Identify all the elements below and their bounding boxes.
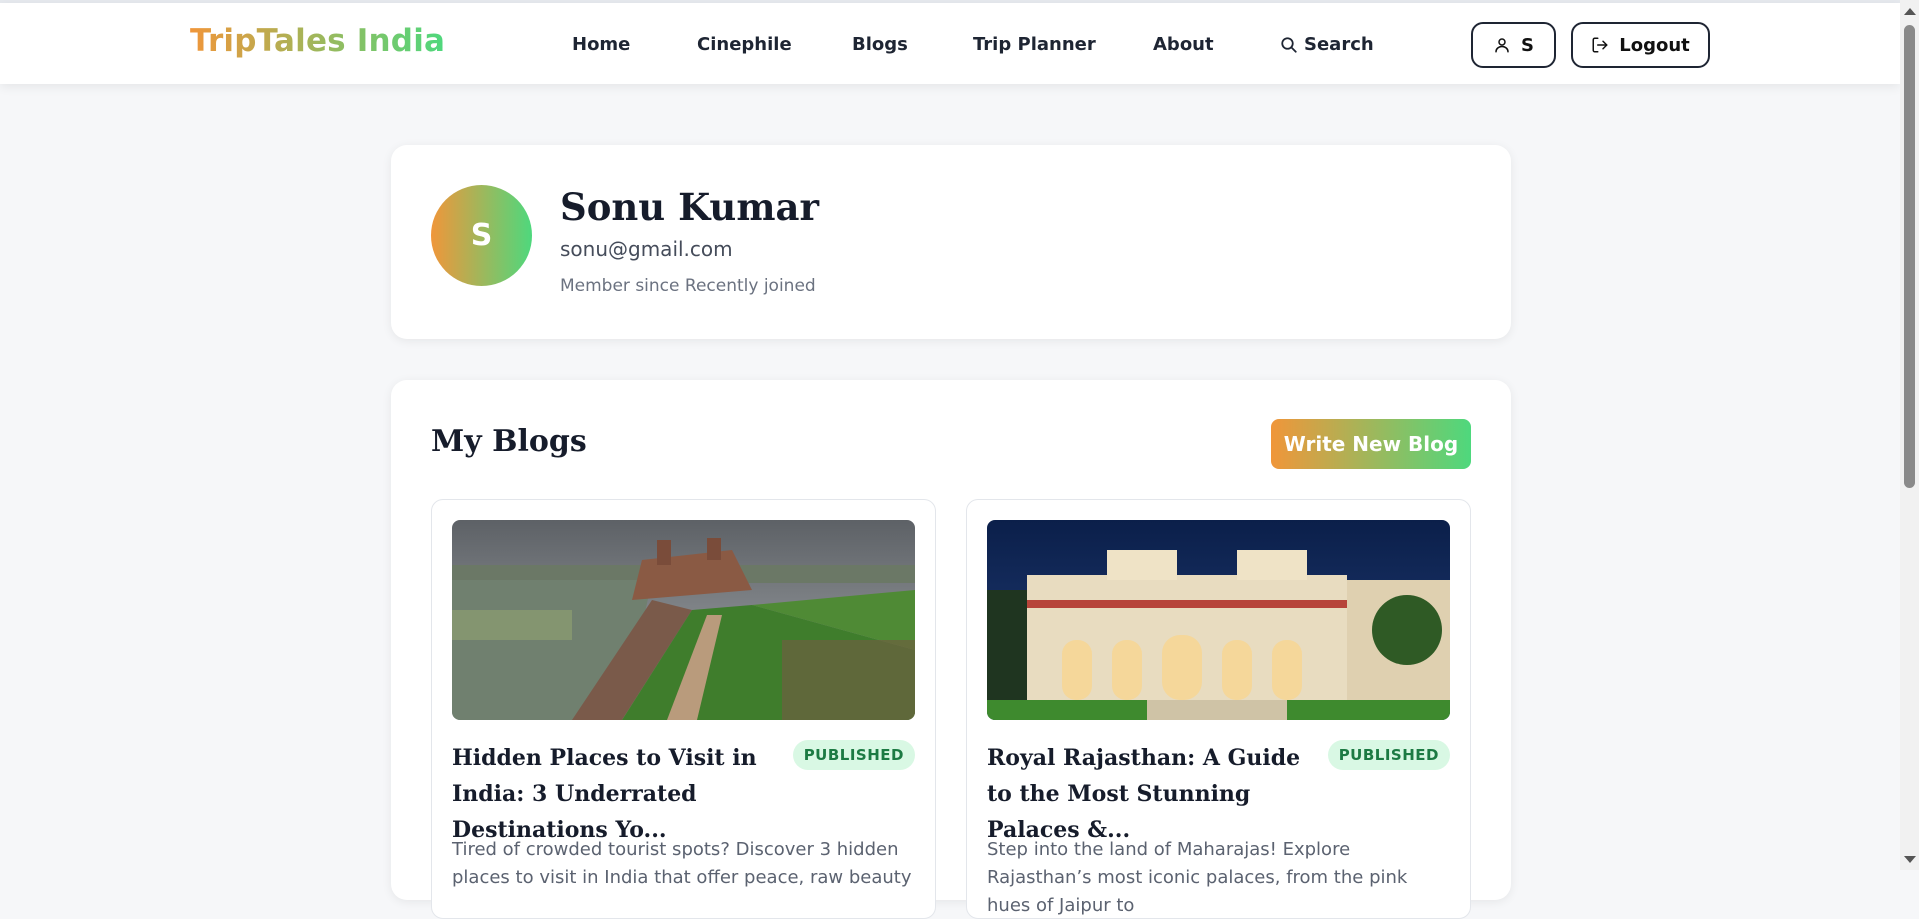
scrollbar-thumb[interactable] — [1904, 25, 1915, 488]
logout-icon — [1592, 37, 1608, 53]
blog-title[interactable]: Royal Rajasthan: A Guide to the Most Stu… — [987, 740, 1327, 848]
navbar: TripTales India Home Cinephile Blogs Tri… — [0, 3, 1900, 84]
blog-card[interactable]: Hidden Places to Visit in India: 3 Under… — [431, 499, 936, 919]
profile-name: Sonu Kumar — [560, 185, 819, 229]
logout-label: Logout — [1619, 34, 1690, 56]
profile-card: S Sonu Kumar sonu@gmail.com Member since… — [391, 145, 1511, 339]
blog-excerpt: Step into the land of Maharajas! Explore… — [987, 839, 1408, 916]
nav-trip-planner[interactable]: Trip Planner — [973, 34, 1096, 55]
brand-logo[interactable]: TripTales India — [190, 23, 445, 59]
profile-email: sonu@gmail.com — [560, 237, 733, 261]
fort-landscape-image — [452, 520, 915, 720]
user-profile-button[interactable]: S — [1471, 22, 1556, 68]
avatar: S — [431, 185, 532, 286]
user-initial: S — [1521, 34, 1534, 56]
member-since: Member since Recently joined — [560, 276, 816, 296]
nav-home[interactable]: Home — [572, 34, 630, 55]
blog-card[interactable]: Royal Rajasthan: A Guide to the Most Stu… — [966, 499, 1471, 919]
blog-title[interactable]: Hidden Places to Visit in India: 3 Under… — [452, 740, 792, 848]
palace-image — [987, 520, 1450, 720]
nav-about[interactable]: About — [1153, 34, 1214, 55]
my-blogs-section: My Blogs Write New Blog Hidden Places to… — [391, 380, 1511, 919]
status-badge: PUBLISHED — [792, 740, 915, 770]
user-icon — [1495, 38, 1509, 53]
nav-cinephile[interactable]: Cinephile — [697, 34, 792, 55]
scroll-down-arrow-icon[interactable] — [1904, 856, 1916, 863]
write-new-blog-button[interactable]: Write New Blog — [1271, 419, 1471, 469]
logout-button[interactable]: Logout — [1571, 22, 1710, 68]
search-icon — [1281, 36, 1297, 53]
blog-excerpt: Tired of crowded tourist spots? Discover… — [452, 839, 912, 888]
status-badge: PUBLISHED — [1327, 740, 1450, 770]
scroll-up-arrow-icon[interactable] — [1904, 8, 1916, 15]
nav-blogs[interactable]: Blogs — [852, 34, 908, 55]
section-title: My Blogs — [431, 424, 587, 459]
nav-search-label: Search — [1304, 34, 1374, 55]
blog-image[interactable] — [987, 520, 1450, 720]
nav-search[interactable]: Search — [1280, 34, 1374, 55]
blog-image[interactable] — [452, 520, 915, 720]
